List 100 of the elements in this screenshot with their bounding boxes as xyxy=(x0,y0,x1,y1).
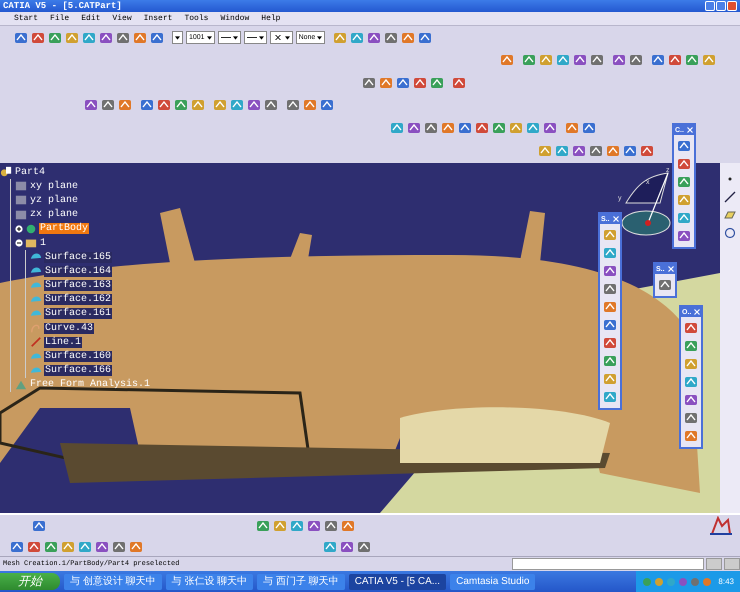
toolbar-icon[interactable] xyxy=(684,429,698,443)
toolbar-icon[interactable] xyxy=(95,540,109,554)
toolbar-icon[interactable] xyxy=(702,53,716,68)
toolbar-icon[interactable] xyxy=(307,519,321,534)
tree-item[interactable]: Surface.161 xyxy=(44,308,112,320)
toolbar-icon[interactable] xyxy=(333,30,348,45)
toolbar-icon[interactable] xyxy=(573,53,587,68)
toolbar-icon[interactable] xyxy=(603,372,617,386)
toolbar-icon[interactable] xyxy=(684,411,698,425)
taskbar-button[interactable]: 与 张仁设 聊天中 xyxy=(166,574,254,590)
toolbar-icon[interactable] xyxy=(603,300,617,314)
toolbar-icon[interactable] xyxy=(401,30,416,45)
toolbar-icon[interactable] xyxy=(65,30,79,45)
toolbar-icon[interactable] xyxy=(629,53,643,68)
command-input-field[interactable] xyxy=(512,558,704,570)
line-style-dropdown[interactable] xyxy=(218,31,241,44)
toolbar-icon[interactable] xyxy=(340,540,354,554)
toolbar-icon[interactable] xyxy=(677,229,691,243)
toolbar-icon[interactable] xyxy=(603,264,617,278)
toolbar-icon[interactable] xyxy=(44,540,58,554)
toolbar-icon[interactable] xyxy=(418,30,432,45)
tree-item[interactable]: Curve.43 xyxy=(44,322,94,334)
toolbar-icon[interactable] xyxy=(31,30,45,45)
toolbar-icon[interactable] xyxy=(424,120,438,135)
toolbar-icon[interactable] xyxy=(603,390,617,404)
toolbar-icon[interactable] xyxy=(603,336,617,350)
tree-item[interactable]: Surface.166 xyxy=(44,365,112,376)
toolbar-icon[interactable] xyxy=(458,120,472,135)
tree-item[interactable]: Line.1 xyxy=(44,336,82,348)
toolbar-icon[interactable] xyxy=(247,98,261,112)
toolbar-icon[interactable] xyxy=(48,30,62,45)
menu-item[interactable]: Insert xyxy=(144,14,172,23)
tree-item[interactable]: Surface.163 xyxy=(44,280,112,292)
toolbar-icon[interactable] xyxy=(500,53,514,68)
tree-item[interactable]: 1 xyxy=(39,238,48,249)
toolbar-icon[interactable] xyxy=(684,339,698,353)
menu-item[interactable]: Tools xyxy=(184,14,208,23)
collapse-toggle[interactable] xyxy=(15,239,23,248)
toolbar-icon[interactable] xyxy=(14,30,28,45)
dropdown[interactable] xyxy=(270,31,293,44)
toolbar-icon[interactable] xyxy=(538,144,552,158)
menu-item[interactable]: View xyxy=(112,14,132,23)
toolbar-icon[interactable] xyxy=(522,53,536,68)
toolbar-icon[interactable] xyxy=(320,98,334,112)
toolbar-icon[interactable] xyxy=(116,30,130,45)
taskbar-button[interactable]: Camtasia Studio xyxy=(450,574,536,590)
toolbar-icon[interactable] xyxy=(640,144,654,158)
toolbar-icon[interactable] xyxy=(539,53,553,68)
toolbar-icon[interactable] xyxy=(27,540,41,554)
toolbar-icon[interactable] xyxy=(684,321,698,335)
toolbar-icon[interactable] xyxy=(10,540,24,554)
toolbar-icon[interactable] xyxy=(256,519,270,534)
toolbar-icon[interactable] xyxy=(324,519,338,534)
toolbar-icon[interactable] xyxy=(101,98,115,112)
toolbar-icon[interactable] xyxy=(606,144,620,158)
toolbar-icon[interactable] xyxy=(589,144,603,158)
taskbar-button[interactable]: CATIA V5 - [5 CA... xyxy=(348,574,446,590)
menu-item[interactable]: Edit xyxy=(81,14,100,23)
toolbar-icon[interactable] xyxy=(264,98,278,112)
toolbar-icon[interactable] xyxy=(384,30,398,45)
toolbar-icon[interactable] xyxy=(133,30,147,45)
toolbar-icon[interactable] xyxy=(651,53,665,68)
toolbar-icon[interactable] xyxy=(668,53,682,68)
minimize-button[interactable] xyxy=(705,0,715,11)
toolbar-icon[interactable] xyxy=(367,30,382,45)
toolbar-icon[interactable] xyxy=(396,76,410,90)
toolbar-icon[interactable] xyxy=(677,157,691,171)
tree-item[interactable]: Part4 xyxy=(14,166,46,178)
close-button[interactable] xyxy=(687,127,693,133)
toolbar-icon[interactable] xyxy=(492,120,506,135)
toolbar-icon[interactable] xyxy=(230,98,244,112)
toolbar-icon[interactable] xyxy=(118,98,132,112)
toolbar-icon[interactable] xyxy=(84,98,98,112)
toolbar-icon[interactable] xyxy=(61,540,75,554)
taskbar-button[interactable]: 与 西门子 聊天中 xyxy=(257,574,345,590)
toolbar-icon[interactable] xyxy=(572,144,586,158)
toolbar-icon[interactable] xyxy=(603,282,617,296)
expand-toggle[interactable] xyxy=(15,224,23,233)
toolbar-icon[interactable] xyxy=(290,519,304,534)
plane-icon[interactable] xyxy=(724,208,736,221)
toolbar-icon[interactable] xyxy=(191,98,205,112)
close-button[interactable] xyxy=(694,309,700,315)
toolbar-icon[interactable] xyxy=(555,144,569,158)
toolbar-icon[interactable] xyxy=(677,175,691,189)
toolbar-icon[interactable] xyxy=(603,318,617,332)
toolbar-icon[interactable] xyxy=(129,540,143,554)
tree-item[interactable]: Surface.164 xyxy=(44,266,112,277)
maximize-button[interactable] xyxy=(716,0,726,11)
toolbar-icon[interactable] xyxy=(341,519,355,534)
toolbar-icon[interactable] xyxy=(430,76,444,90)
tree-item[interactable]: Surface.165 xyxy=(44,252,112,263)
toolbar-icon[interactable] xyxy=(623,144,637,158)
menu-item[interactable]: Start xyxy=(14,14,38,23)
toolbar-icon[interactable] xyxy=(82,30,96,45)
toolbar-icon[interactable] xyxy=(323,540,337,554)
toolbar-icon[interactable] xyxy=(286,98,300,112)
toolbar-icon[interactable] xyxy=(658,278,672,292)
circle-icon[interactable] xyxy=(724,226,736,239)
toolbar-icon[interactable] xyxy=(684,357,698,371)
toolbar-icon[interactable] xyxy=(509,120,523,135)
